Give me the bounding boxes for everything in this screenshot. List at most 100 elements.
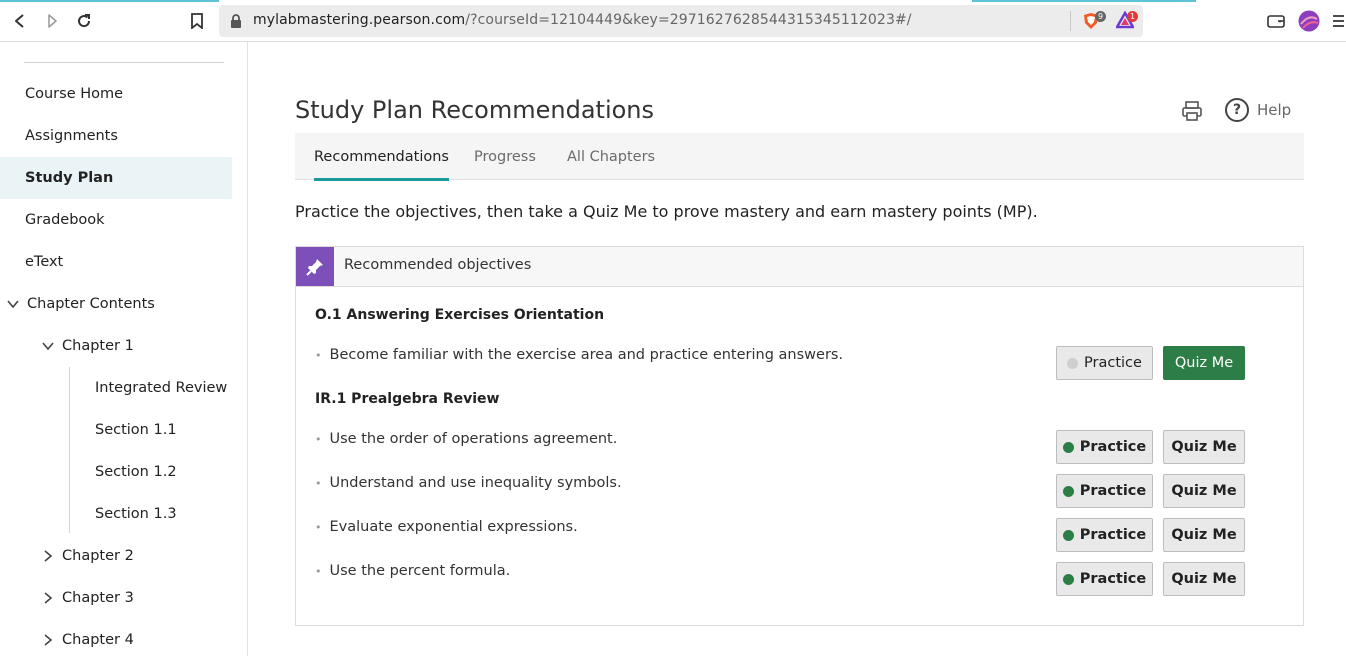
study-plan-tabs: Recommendations Progress All Chapters: [295, 133, 1304, 181]
chevron-right-icon: [44, 550, 53, 562]
sidebar-item-label: Integrated Review: [95, 380, 228, 396]
status-dot-completed: [1062, 441, 1074, 453]
chevron-down-icon: [7, 300, 19, 309]
tab-strip-accent: [972, 0, 1196, 2]
help-label: Help: [1257, 101, 1292, 119]
objective-text: Understand and use inequality symbols.: [329, 475, 622, 491]
bullet: •: [315, 433, 322, 446]
tab-progress[interactable]: Progress: [474, 133, 536, 180]
chevron-right-icon: [44, 592, 53, 604]
sidebar-item-chapter-3[interactable]: Chapter 3: [0, 577, 232, 619]
sidebar-item-label: Chapter 1: [62, 338, 134, 354]
back-icon[interactable]: [8, 9, 32, 33]
sidebar-item-gradebook[interactable]: Gradebook: [0, 199, 232, 241]
sidebar-item-chapter-4[interactable]: Chapter 4: [0, 619, 232, 656]
url-host: mylabmastering.pearson.com: [253, 12, 466, 28]
tab-recommendations[interactable]: Recommendations: [314, 133, 449, 181]
sidebar-item-chapter-contents[interactable]: Chapter Contents: [0, 283, 232, 325]
sidebar-item-integrated-review[interactable]: Integrated Review: [0, 367, 232, 409]
page-title: Study Plan Recommendations: [295, 96, 655, 124]
shield-count-badge: 9: [1095, 11, 1107, 22]
print-icon[interactable]: [1181, 100, 1203, 122]
lock-icon: [231, 14, 241, 28]
status-dot-not-started: [1067, 357, 1079, 369]
help-icon: ?: [1225, 98, 1249, 122]
url-path: /?courseId=12104449&key=2971627628544315…: [465, 12, 912, 28]
objective-text: Evaluate exponential expressions.: [329, 519, 578, 535]
wallet-icon[interactable]: [1265, 10, 1287, 32]
sidebar-item-label: Study Plan: [25, 170, 114, 186]
url-text[interactable]: mylabmastering.pearson.com/?courseId=121…: [253, 12, 912, 28]
objective-item: • Use the percent formula.: [315, 563, 510, 579]
practice-button[interactable]: Practice: [1056, 518, 1153, 552]
tab-all-chapters[interactable]: All Chapters: [567, 133, 655, 180]
objective-item: • Use the order of operations agreement.: [315, 431, 617, 447]
sidebar-item-section-1-2[interactable]: Section 1.2: [0, 451, 232, 493]
bullet: •: [315, 477, 322, 490]
practice-button[interactable]: Practice: [1056, 346, 1153, 380]
quiz-me-button[interactable]: Quiz Me: [1163, 562, 1245, 596]
sidebar-item-section-1-3[interactable]: Section 1.3: [0, 493, 232, 535]
address-bar[interactable]: mylabmastering.pearson.com/?courseId=121…: [219, 5, 1143, 37]
sidebar-item-label: Chapter Contents: [27, 296, 155, 312]
profile-avatar[interactable]: [1298, 10, 1320, 32]
intro-text: Practice the objectives, then take a Qui…: [295, 202, 1038, 221]
tab-strip-accent: [0, 0, 219, 2]
objective-heading: IR.1 Prealgebra Review: [315, 391, 500, 407]
objective-heading: O.1 Answering Exercises Orientation: [315, 307, 605, 323]
sidebar-item-label: Gradebook: [25, 212, 105, 228]
bullet: •: [315, 521, 322, 534]
quiz-me-button[interactable]: Quiz Me: [1163, 518, 1245, 552]
reload-icon[interactable]: [72, 9, 96, 33]
quiz-me-button[interactable]: Quiz Me: [1163, 430, 1245, 464]
sidebar-item-assignments[interactable]: Assignments: [0, 115, 232, 157]
objective-item: • Understand and use inequality symbols.: [315, 475, 622, 491]
practice-label: Practice: [1079, 571, 1147, 587]
practice-label: Practice: [1079, 439, 1147, 455]
sidebar-item-label: Section 1.3: [95, 506, 177, 522]
quiz-me-button[interactable]: Quiz Me: [1163, 346, 1245, 380]
sidebar-item-label: Section 1.1: [95, 422, 177, 438]
sidebar-item-label: Chapter 3: [62, 590, 134, 606]
sidebar-item-chapter-2[interactable]: Chapter 2: [0, 535, 232, 577]
sidebar-item-study-plan[interactable]: Study Plan: [0, 157, 232, 199]
sidebar-item-chapter-1[interactable]: Chapter 1: [0, 325, 232, 367]
status-dot-completed: [1062, 529, 1074, 541]
objective-item: • Become familiar with the exercise area …: [315, 347, 843, 363]
practice-label: Practice: [1084, 355, 1142, 371]
recommended-objectives-panel: Recommended objectives O.1 Answering Exe…: [295, 246, 1304, 626]
address-bar-divider: [1070, 11, 1071, 31]
sidebar-item-label: Chapter 2: [62, 548, 134, 564]
panel-header: Recommended objectives: [296, 247, 1303, 287]
bullet: •: [315, 349, 322, 362]
main-content: Study Plan Recommendations ? Help Recomm…: [248, 42, 1346, 656]
objective-text: Use the percent formula.: [329, 563, 511, 579]
objective-item: • Evaluate exponential expressions.: [315, 519, 578, 535]
sidebar-divider: [24, 62, 224, 63]
course-sidebar: Course Home Assignments Study Plan Grade…: [0, 42, 248, 656]
sidebar-item-label: Course Home: [25, 86, 124, 102]
browser-toolbar: mylabmastering.pearson.com/?courseId=121…: [0, 0, 1346, 42]
practice-button[interactable]: Practice: [1056, 474, 1153, 508]
sidebar-item-label: Section 1.2: [95, 464, 177, 480]
sidebar-item-label: eText: [25, 254, 64, 270]
sidebar-item-section-1-1[interactable]: Section 1.1: [0, 409, 232, 451]
sidebar-item-etext[interactable]: eText: [0, 241, 232, 283]
practice-label: Practice: [1079, 527, 1147, 543]
objective-text: Use the order of operations agreement.: [329, 431, 618, 447]
practice-button[interactable]: Practice: [1056, 430, 1153, 464]
pin-icon: [296, 247, 334, 286]
rewards-count-badge: 1: [1127, 11, 1139, 22]
objective-text: Become familiar with the exercise area a…: [329, 347, 844, 363]
forward-icon[interactable]: [40, 9, 64, 33]
bookmark-icon[interactable]: [185, 9, 209, 33]
quiz-me-button[interactable]: Quiz Me: [1163, 474, 1245, 508]
practice-button[interactable]: Practice: [1056, 562, 1153, 596]
help-button[interactable]: ? Help: [1225, 97, 1291, 123]
chevron-down-icon: [42, 342, 54, 351]
status-dot-completed: [1062, 485, 1074, 497]
menu-icon[interactable]: [1331, 10, 1345, 32]
bullet: •: [315, 565, 322, 578]
sidebar-item-course-home[interactable]: Course Home: [0, 73, 232, 115]
sidebar-item-label: Assignments: [25, 128, 118, 144]
